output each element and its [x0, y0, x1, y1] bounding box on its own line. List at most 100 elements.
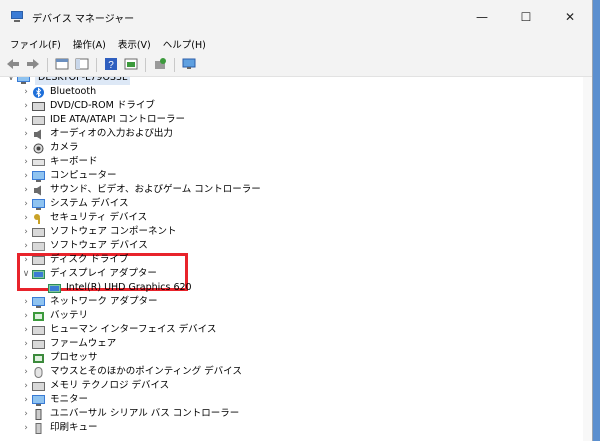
tree-item-label: オーディオの入力および出力 — [50, 128, 173, 139]
tree-item-label: モニター — [50, 394, 89, 405]
update-driver-button[interactable] — [122, 56, 140, 74]
chevron-right-icon[interactable]: › — [20, 379, 32, 393]
chevron-right-icon[interactable]: › — [20, 309, 32, 323]
tree-item-label: 印刷キュー — [50, 422, 98, 433]
toolbar-separator — [96, 58, 97, 72]
tree-item-label: コンピューター — [50, 170, 117, 181]
maximize-button[interactable]: ☐ — [504, 0, 548, 34]
chevron-right-icon[interactable]: › — [20, 393, 32, 407]
tree-category[interactable]: › オーディオの入力および出力 — [20, 127, 173, 141]
ide-controller-icon — [32, 115, 45, 126]
tree-item-label: プロセッサ — [50, 352, 98, 363]
chevron-right-icon[interactable]: › — [20, 155, 32, 169]
usb-icon — [32, 408, 45, 420]
back-button[interactable] — [4, 56, 22, 74]
tree-category[interactable]: › DVD/CD-ROM ドライブ — [20, 99, 155, 113]
computer-icon — [17, 77, 30, 84]
tree-category[interactable]: › マウスとそのほかのポインティング デバイス — [20, 365, 242, 379]
help-icon: ? — [104, 57, 118, 74]
tree-category[interactable]: › コンピューター — [20, 169, 117, 183]
menu-file[interactable]: ファイル(F) — [4, 37, 67, 51]
chevron-right-icon[interactable]: › — [20, 239, 32, 253]
menu-help[interactable]: ヘルプ(H) — [157, 37, 212, 51]
svg-text:?: ? — [108, 60, 114, 71]
chevron-right-icon[interactable]: › — [20, 323, 32, 337]
menu-action[interactable]: 操作(A) — [67, 37, 112, 51]
tree-category[interactable]: › ヒューマン インターフェイス デバイス — [20, 323, 216, 337]
tree-device[interactable]: Intel(R) UHD Graphics 620 — [36, 281, 192, 295]
show-hide-console-tree-button[interactable] — [73, 56, 91, 74]
device-tree: ∨ DESKTOP-L79OS3L › Bluetooth › DVD/CD-ROM ドラ… — [0, 77, 592, 441]
printer-icon — [32, 422, 45, 434]
tree-category[interactable]: › メモリ テクノロジ デバイス — [20, 379, 169, 393]
arrow-left-icon — [6, 58, 20, 73]
properties-icon — [55, 58, 69, 73]
tree-item-label: システム デバイス — [50, 198, 129, 209]
network-adapter-icon — [32, 296, 45, 308]
chevron-right-icon[interactable]: › — [20, 141, 32, 155]
tree-item-label: ソフトウェア デバイス — [50, 240, 148, 251]
chevron-right-icon[interactable]: › — [20, 365, 32, 379]
tree-category[interactable]: › プロセッサ — [20, 351, 98, 365]
tree-category[interactable]: › モニター — [20, 393, 88, 407]
close-button[interactable]: ✕ — [548, 0, 592, 34]
chevron-right-icon[interactable]: › — [20, 295, 32, 309]
chevron-right-icon[interactable]: › — [20, 253, 32, 267]
chevron-right-icon[interactable]: › — [20, 183, 32, 197]
scan-hardware-button[interactable] — [180, 56, 198, 74]
tree-category[interactable]: › キーボード — [20, 155, 97, 169]
vertical-scrollbar[interactable] — [583, 77, 592, 441]
tree-category[interactable]: › Bluetooth — [20, 85, 96, 99]
minimize-button[interactable]: — — [460, 0, 504, 34]
tree-item-label: Bluetooth — [50, 86, 97, 97]
chevron-right-icon[interactable]: › — [20, 99, 32, 113]
tree-category[interactable]: › IDE ATA/ATAPI コントローラー — [20, 113, 185, 127]
chevron-right-icon[interactable]: › — [20, 407, 32, 421]
chevron-right-icon[interactable]: › — [20, 169, 32, 183]
keyboard-icon — [32, 157, 45, 168]
chevron-right-icon[interactable]: › — [20, 127, 32, 141]
tree-item-label: ファームウェア — [50, 338, 117, 349]
tree-item-label: Intel(R) UHD Graphics 620 — [66, 282, 192, 293]
tree-category[interactable]: ∨ ディスプレイ アダプター — [20, 267, 157, 281]
tree-category[interactable]: › セキュリティ デバイス — [20, 211, 147, 225]
chevron-right-icon[interactable]: › — [20, 225, 32, 239]
chevron-down-icon[interactable]: ∨ — [5, 77, 17, 85]
tree-item-label: マウスとそのほかのポインティング デバイス — [50, 366, 242, 377]
chevron-down-icon[interactable]: ∨ — [20, 267, 32, 281]
help-button[interactable]: ? — [102, 56, 120, 74]
title-bar[interactable]: デバイス マネージャー — ☐ ✕ — [0, 0, 592, 34]
tree-category[interactable]: › システム デバイス — [20, 197, 128, 211]
add-legacy-hardware-button[interactable] — [151, 56, 169, 74]
chevron-right-icon[interactable]: › — [20, 85, 32, 99]
tree-category[interactable]: › ソフトウェア コンポーネント — [20, 225, 176, 239]
tree-category[interactable]: › ファームウェア — [20, 337, 116, 351]
tree-item-label: ネットワーク アダプター — [50, 296, 158, 307]
monitor-icon — [32, 394, 45, 406]
bluetooth-icon — [32, 86, 45, 98]
properties-button[interactable] — [53, 56, 71, 74]
tree-category[interactable]: › ネットワーク アダプター — [20, 295, 158, 309]
tree-item-label: ユニバーサル シリアル バス コントローラー — [50, 408, 240, 419]
tree-root-computer[interactable]: ∨ DESKTOP-L79OS3L — [5, 77, 131, 85]
chevron-right-icon[interactable]: › — [20, 421, 32, 435]
chevron-right-icon[interactable]: › — [20, 351, 32, 365]
tree-category[interactable]: › サウンド、ビデオ、およびゲーム コントローラー — [20, 183, 261, 197]
tree-category[interactable]: › ソフトウェア デバイス — [20, 239, 148, 253]
forward-button[interactable] — [24, 56, 42, 74]
chevron-right-icon[interactable]: › — [20, 337, 32, 351]
menu-view[interactable]: 表示(V) — [112, 37, 157, 51]
tree-category[interactable]: › 印刷キュー — [20, 421, 98, 435]
chevron-right-icon[interactable]: › — [20, 113, 32, 127]
tree-item-label: バッテリ — [50, 310, 89, 321]
tree-category[interactable]: › バッテリ — [20, 309, 88, 323]
tree-item-label: IDE ATA/ATAPI コントローラー — [50, 114, 186, 125]
device-manager-window: デバイス マネージャー — ☐ ✕ ファイル(F) 操作(A) 表示(V) ヘルプ(H… — [0, 0, 593, 441]
chevron-right-icon[interactable]: › — [20, 197, 32, 211]
tree-category[interactable]: › ユニバーサル シリアル バス コントローラー — [20, 407, 239, 421]
chevron-right-icon[interactable]: › — [20, 211, 32, 225]
display-adapter-icon — [48, 283, 61, 294]
tree-category[interactable]: › カメラ — [20, 141, 79, 155]
tree-category[interactable]: › ディスク ドライブ — [20, 253, 128, 267]
